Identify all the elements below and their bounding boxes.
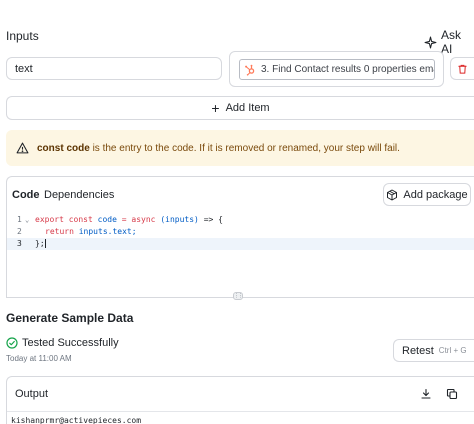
code-token-keyword: async xyxy=(131,215,156,224)
code-token-close: }; xyxy=(35,239,45,248)
tab-code[interactable]: Code xyxy=(12,189,40,201)
code-token-arrow: => { xyxy=(203,215,223,224)
text-cursor xyxy=(44,239,46,248)
retest-label: Retest xyxy=(402,344,434,357)
tab-dependencies[interactable]: Dependencies xyxy=(44,189,114,201)
input-value-field[interactable]: 3. Find Contact results 0 properties ema… xyxy=(229,51,444,87)
warning-icon xyxy=(16,142,29,154)
grip-icon: ⋮⋮ xyxy=(234,292,243,299)
inputs-label: Inputs xyxy=(6,29,39,43)
code-token-params: (inputs) xyxy=(160,215,199,224)
ask-ai-label: Ask AI xyxy=(441,28,462,56)
alert-code-term: const code xyxy=(37,142,90,154)
code-line: 1 ⌄ export const code = async (inputs) =… xyxy=(7,214,474,226)
input-value-chip-label: 3. Find Contact results 0 properties ema… xyxy=(261,64,435,75)
add-item-label: Add Item xyxy=(225,102,270,114)
code-token-operator: = xyxy=(121,215,127,224)
editor-resize-handle[interactable]: ⋮⋮ xyxy=(233,292,243,300)
test-timestamp: Today at 11:00 AM xyxy=(6,354,72,363)
trash-icon xyxy=(457,63,468,75)
header-strip xyxy=(0,0,474,6)
add-package-button[interactable]: Add package xyxy=(383,183,471,206)
line-number: 1 xyxy=(17,215,22,224)
code-token-keyword: const xyxy=(68,215,93,224)
input-key-field[interactable]: text xyxy=(6,57,222,80)
code-token-identifier: code xyxy=(97,215,117,224)
copy-icon[interactable] xyxy=(446,388,458,400)
input-value-chip[interactable]: 3. Find Contact results 0 properties ema… xyxy=(239,59,435,80)
check-circle-icon xyxy=(6,337,18,349)
download-icon[interactable] xyxy=(420,388,432,400)
input-key-value: text xyxy=(15,62,33,75)
alert-message: const code is the entry to the code. If … xyxy=(37,143,400,154)
sample-data-title: Generate Sample Data xyxy=(6,311,134,325)
output-panel: Output kishanprmr@activepieces.com xyxy=(6,376,474,424)
entry-point-alert: const code is the entry to the code. If … xyxy=(6,130,474,166)
retest-button[interactable]: Retest Ctrl + G xyxy=(393,339,474,362)
code-area[interactable]: 1 ⌄ export const code = async (inputs) =… xyxy=(7,214,474,254)
line-number: 2 xyxy=(17,227,22,236)
add-package-label: Add package xyxy=(403,188,468,201)
plus-icon: + xyxy=(211,100,220,116)
code-token-keyword: return xyxy=(45,227,74,236)
retest-shortcut: Ctrl + G xyxy=(438,346,467,355)
hubspot-icon xyxy=(244,64,256,76)
package-icon xyxy=(386,189,398,201)
output-value: kishanprmr@activepieces.com xyxy=(11,416,142,424)
line-number: 3 xyxy=(17,239,22,248)
code-editor-panel: Code Dependencies Add package 1 ⌄ export… xyxy=(6,176,474,298)
code-token-keyword: export xyxy=(35,215,64,224)
code-line: 2 return inputs.text; xyxy=(7,226,474,238)
output-divider xyxy=(7,411,474,412)
add-item-button[interactable]: + Add Item xyxy=(6,96,474,120)
test-status: Tested Successfully xyxy=(6,337,119,349)
code-token-expression: inputs.text; xyxy=(78,227,137,236)
output-title: Output xyxy=(15,388,49,400)
alert-text: is the entry to the code. If it is remov… xyxy=(89,142,400,154)
sparkle-icon xyxy=(424,36,437,49)
delete-input-button[interactable] xyxy=(450,57,474,80)
test-status-label: Tested Successfully xyxy=(22,337,119,349)
fold-chevron-icon[interactable]: ⌄ xyxy=(25,214,29,226)
code-line-active: 3 }; xyxy=(7,238,474,250)
